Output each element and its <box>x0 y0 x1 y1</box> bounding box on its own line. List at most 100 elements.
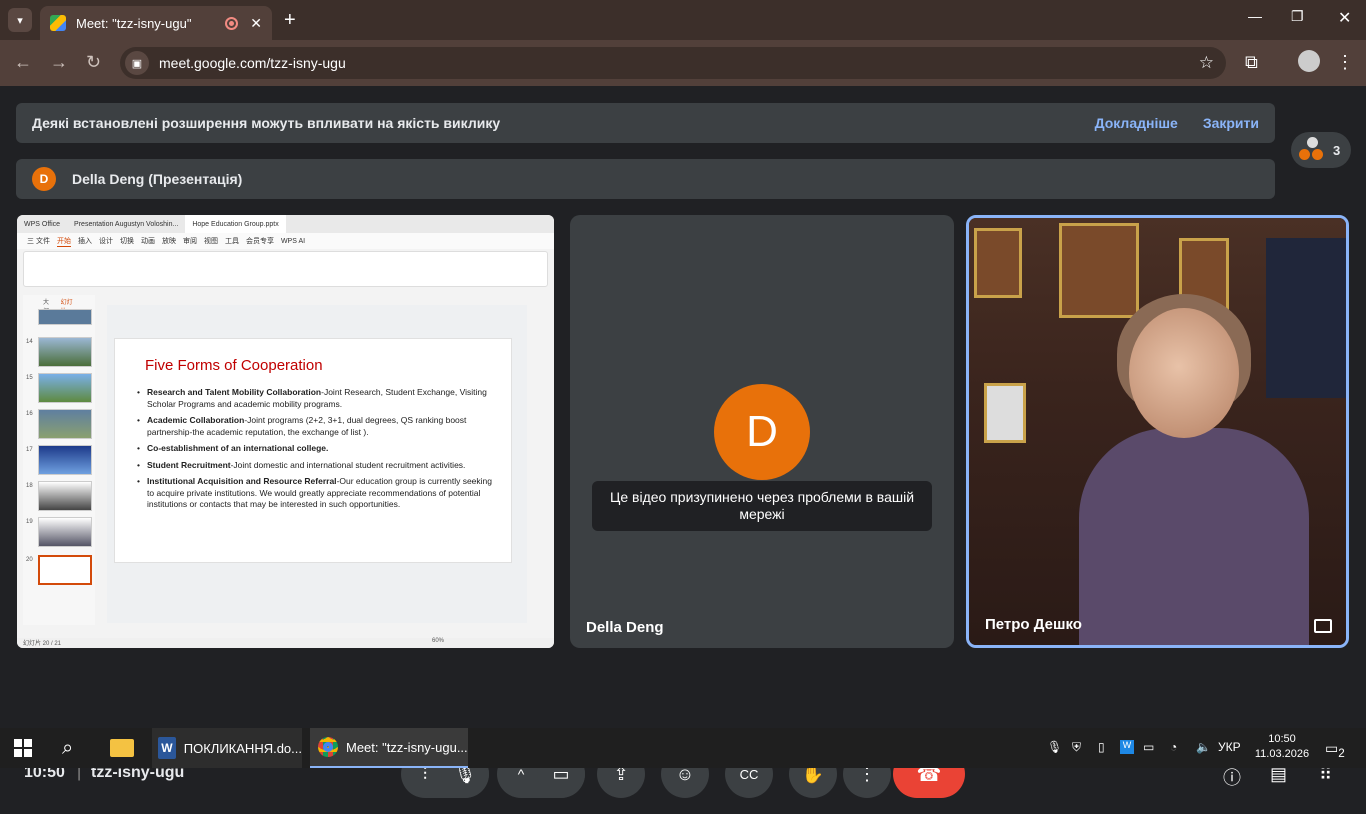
url-text: meet.google.com/tzz-isny-ugu <box>159 55 346 71</box>
slide-number: 14 <box>26 339 33 345</box>
reload-icon[interactable]: ↻ <box>86 52 101 73</box>
participants-avatars-icon <box>1299 137 1325 163</box>
usb-tray-icon[interactable]: ▯ <box>1098 740 1105 754</box>
banner-close-button[interactable]: Закрити <box>1203 115 1259 131</box>
slide-thumbnail[interactable] <box>38 517 92 547</box>
browser-toolbar: ← → ↻ ▣ meet.google.com/tzz-isny-ugu ☆ ⧉… <box>0 40 1366 86</box>
wps-tab[interactable]: WPS Office <box>17 215 67 233</box>
slide-counter: 幻灯片 20 / 21 <box>23 641 62 647</box>
slide-bullet: Research and Talent Mobility Collaborati… <box>137 387 497 410</box>
word-app-title: ПОКЛИКАННЯ.do... <box>183 740 302 756</box>
chrome-app-title: Meet: "tzz-isny-ugu... <box>346 739 468 755</box>
banner-message: Деякі встановлені розширення можуть впли… <box>32 115 501 131</box>
tab-close-icon[interactable]: ✕ <box>250 15 262 32</box>
wps-tabs: WPS Office Presentation Augustyn Voloshi… <box>17 215 554 233</box>
minimize-button[interactable]: — <box>1248 8 1262 24</box>
language-indicator[interactable]: УКР <box>1218 740 1241 754</box>
meet-favicon-icon <box>50 15 66 31</box>
current-slide[interactable]: Five Forms of Cooperation Research and T… <box>114 338 512 563</box>
slide-thumbnails-panel: 大纲 幻灯片 14 15 16 17 18 19 20 <box>23 295 95 625</box>
slide-number: 20 <box>26 557 33 563</box>
back-icon[interactable]: ← <box>14 52 32 73</box>
participant-tile-della[interactable]: D Це відео призупинено через проблеми в … <box>570 215 954 648</box>
slide-thumbnail[interactable] <box>38 309 92 325</box>
volume-icon[interactable]: 🔈 <box>1196 740 1211 754</box>
notification-count: 2 <box>1338 746 1345 760</box>
system-clock[interactable]: 10:50 11.03.2026 <box>1254 732 1310 762</box>
wps-menu-item[interactable]: 视图 <box>204 236 218 246</box>
zoom-level[interactable]: 60% <box>432 638 444 644</box>
battery-icon[interactable]: ▭ <box>1143 740 1154 754</box>
browser-menu-icon[interactable]: ⋮ <box>1336 52 1354 73</box>
slide-thumbnail[interactable] <box>38 373 92 403</box>
wps-menu-item[interactable]: 三 文件 <box>27 236 50 246</box>
wps-ribbon[interactable] <box>23 251 548 287</box>
participant-name: Della Deng <box>586 619 664 636</box>
taskbar-chrome-app[interactable]: Meet: "tzz-isny-ugu... <box>310 728 468 768</box>
slide-thumbnail[interactable] <box>38 337 92 367</box>
slide-bullet: Institutional Acquisition and Resource R… <box>137 476 497 511</box>
wps-menu-item[interactable]: 放映 <box>162 236 176 246</box>
slide-number: 16 <box>26 411 33 417</box>
presentation-bar[interactable]: D Della Deng (Презентація) <box>16 159 1275 199</box>
slide-thumbnail[interactable] <box>38 409 92 439</box>
taskbar-word-app[interactable]: W ПОКЛИКАННЯ.do... <box>152 728 302 768</box>
slide-canvas: Five Forms of Cooperation Research and T… <box>107 305 527 623</box>
wps-menu-item[interactable]: 动画 <box>141 236 155 246</box>
wps-statusbar: 幻灯片 20 / 21 60% <box>17 638 554 648</box>
presentation-tile[interactable]: WPS Office Presentation Augustyn Voloshi… <box>17 215 554 648</box>
new-tab-button[interactable]: + <box>284 9 296 32</box>
wps-menu-item[interactable]: 设计 <box>99 236 113 246</box>
pin-expand-icon[interactable] <box>1314 619 1332 633</box>
wps-menu-item[interactable]: 工具 <box>225 236 239 246</box>
slide-number: 19 <box>26 519 33 525</box>
close-window-button[interactable]: ✕ <box>1338 8 1351 28</box>
wps-tab[interactable]: Hope Education Group.pptx <box>185 215 286 233</box>
extensions-icon[interactable]: ⧉ <box>1245 52 1258 73</box>
slide-thumbnail[interactable] <box>38 481 92 511</box>
wps-menu-item[interactable]: 切换 <box>120 236 134 246</box>
search-icon[interactable]: ⌕ <box>62 728 73 768</box>
wps-right-toolbar[interactable] <box>524 295 554 605</box>
slide-number: 15 <box>26 375 33 381</box>
browser-tab-meet[interactable]: Meet: "tzz-isny-ugu" ✕ <box>40 6 272 40</box>
tab-search-dropdown[interactable]: ▾ <box>8 8 32 32</box>
slide-number: 17 <box>26 447 33 453</box>
participants-button[interactable]: 3 <box>1291 132 1351 168</box>
wps-menu-item[interactable]: 审阅 <box>183 236 197 246</box>
clock-date: 11.03.2026 <box>1254 748 1310 760</box>
wps-menu-item[interactable]: WPS AI <box>281 238 305 245</box>
wps-menu-item[interactable]: 会员专享 <box>246 236 274 246</box>
icon-painting <box>984 383 1026 443</box>
forward-icon[interactable]: → <box>50 52 68 73</box>
recording-icon <box>225 16 239 30</box>
participants-count: 3 <box>1333 142 1341 158</box>
maximize-button[interactable]: ❐ <box>1291 8 1304 25</box>
icon-painting <box>974 228 1022 298</box>
file-explorer-icon[interactable] <box>110 728 134 768</box>
notifications-icon[interactable]: ▭2 <box>1325 740 1345 760</box>
participant-tile-petro[interactable]: Петро Дешко <box>966 215 1349 648</box>
windows-taskbar: ⌕ W ПОКЛИКАННЯ.do... Meet: "tzz-isny-ugu… <box>0 728 1366 768</box>
microphone-tray-icon[interactable]: 🎙 <box>1047 740 1062 754</box>
camera-site-icon[interactable]: ▣ <box>125 51 149 75</box>
slide-number: 18 <box>26 483 33 489</box>
slide-bullet: Academic Collaboration-Joint programs (2… <box>137 415 497 438</box>
security-tray-icon[interactable]: ⛨ <box>1072 740 1081 755</box>
learn-more-link[interactable]: Докладніше <box>1095 115 1178 131</box>
address-bar[interactable]: ▣ meet.google.com/tzz-isny-ugu ☆ <box>120 47 1226 79</box>
profile-avatar[interactable] <box>1298 50 1320 72</box>
wps-menu-item[interactable]: 插入 <box>78 236 92 246</box>
participant-name: Петро Дешко <box>985 616 1082 633</box>
windows-start-icon[interactable] <box>14 739 32 757</box>
wps-tab[interactable]: Presentation Augustyn Voloshin... <box>67 215 185 233</box>
wps-menu-item[interactable]: 开始 <box>56 236 71 247</box>
slide-thumbnail[interactable] <box>38 445 92 475</box>
wps-tray-icon[interactable]: W <box>1120 740 1134 754</box>
slide-thumbnail-selected[interactable] <box>38 555 92 585</box>
slide-bullet: Student Recruitment-Joint domestic and i… <box>137 460 497 472</box>
slide-title: Five Forms of Cooperation <box>145 357 323 374</box>
clock-time: 10:50 <box>1268 733 1296 745</box>
wifi-icon[interactable]: ◔ <box>1170 740 1177 754</box>
bookmark-star-icon[interactable]: ☆ <box>1199 53 1214 73</box>
